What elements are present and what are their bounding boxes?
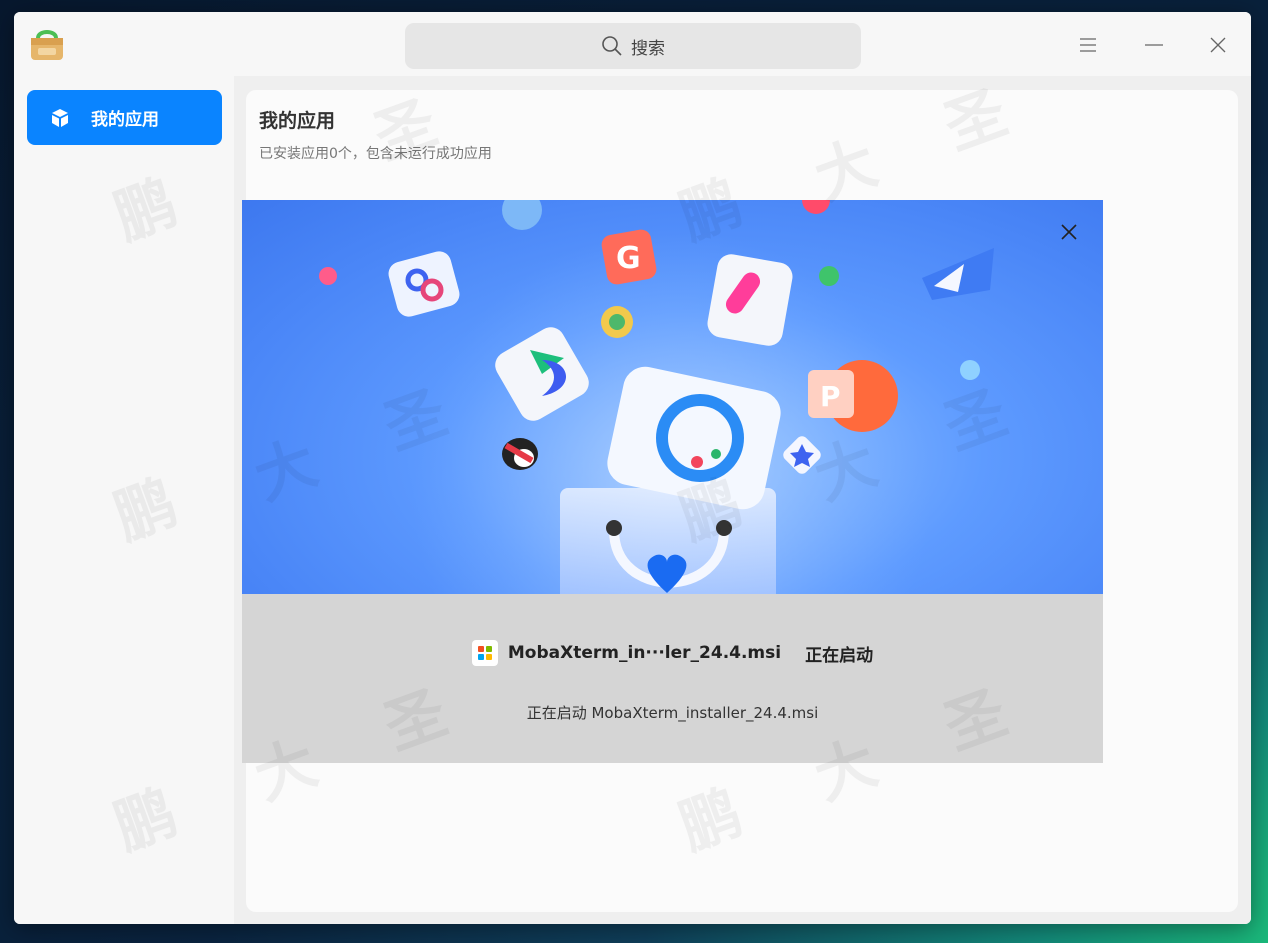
- titlebar: 搜索: [14, 12, 1251, 76]
- search-placeholder: 搜索: [631, 38, 665, 59]
- sidebar-item-my-apps[interactable]: 我的应用: [27, 90, 222, 145]
- main-area: 我的应用 已安装应用0个，包含未运行成功应用 G P MobaXterm_in·…: [234, 76, 1251, 924]
- content-panel: 我的应用 已安装应用0个，包含未运行成功应用 G P MobaXterm_in·…: [242, 90, 1238, 912]
- search-icon: [602, 36, 622, 56]
- close-icon: [1210, 37, 1226, 53]
- menu-button[interactable]: [1073, 32, 1103, 58]
- app-store-window: 搜索 我的应用 我的应用 已安装应用0个，包含未运行成功应用 G P MobaX…: [14, 12, 1251, 924]
- search-input[interactable]: 搜索: [405, 23, 861, 69]
- cube-icon: [49, 107, 71, 129]
- install-file-row: MobaXterm_in···ler_24.4.msi 正在启动: [242, 640, 1103, 666]
- svg-text:P: P: [820, 380, 841, 413]
- svg-text:G: G: [616, 241, 641, 276]
- page-subtitle: 已安装应用0个，包含未运行成功应用: [259, 146, 492, 162]
- install-file-name: MobaXterm_in···ler_24.4.msi: [507, 643, 782, 663]
- msi-file-icon: [471, 640, 498, 666]
- page-title: 我的应用: [259, 110, 336, 132]
- sidebar-item-label: 我的应用: [91, 110, 159, 130]
- close-window-button[interactable]: [1203, 32, 1233, 58]
- install-detail-text: 正在启动 MobaXterm_installer_24.4.msi: [526, 704, 819, 722]
- close-icon: [1061, 224, 1077, 240]
- sidebar: 我的应用: [14, 76, 234, 924]
- install-status-label: 正在启动: [805, 645, 874, 666]
- promo-banner: G P: [242, 200, 1103, 594]
- app-store-logo-icon: [28, 26, 66, 64]
- hamburger-icon: [1080, 38, 1096, 52]
- minimize-icon: [1145, 44, 1163, 46]
- close-banner-button[interactable]: [1057, 220, 1081, 244]
- install-status-area: MobaXterm_in···ler_24.4.msi 正在启动 正在启动 Mo…: [242, 594, 1103, 763]
- banner-illustration: G P: [319, 200, 994, 594]
- minimize-button[interactable]: [1139, 32, 1169, 58]
